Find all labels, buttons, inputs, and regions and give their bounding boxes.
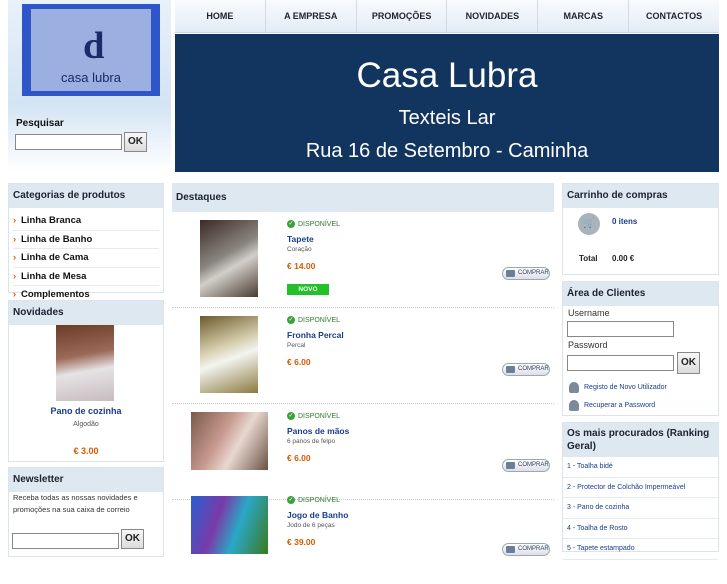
logo-mark-icon: cl bbox=[83, 25, 105, 67]
novidades-product-name[interactable]: Pano de cozinha bbox=[9, 406, 163, 416]
search-ok-button[interactable]: OK bbox=[124, 132, 147, 152]
availability-label: DISPONÍVEL bbox=[298, 496, 341, 504]
banner-address: Rua 16 de Setembro - Caminha bbox=[305, 140, 589, 162]
newsletter-title: Newsletter bbox=[9, 468, 163, 492]
ranking-title: Os mais procurados (Ranking Geral) bbox=[563, 423, 718, 457]
cart-total-label: Total bbox=[579, 254, 598, 263]
buy-button[interactable]: COMPRAR bbox=[502, 459, 550, 472]
username-label: Username bbox=[568, 308, 610, 318]
featured-title: Destaques bbox=[172, 183, 554, 212]
username-input[interactable] bbox=[567, 321, 674, 337]
availability-label: DISPONÍVEL bbox=[298, 316, 341, 324]
novidades-box: Novidades Pano de cozinha Algodão € 3.00 bbox=[8, 300, 164, 462]
client-area-title: Área de Clientes bbox=[563, 282, 718, 306]
product-desc: Jodo de 6 peças bbox=[287, 522, 335, 529]
nav-home[interactable]: HOME bbox=[175, 0, 265, 32]
categories-box: Categorias de produtos Linha Branca Linh… bbox=[8, 183, 164, 305]
nav-promocoes[interactable]: PROMOÇÕES bbox=[355, 0, 447, 32]
check-icon: ✓ bbox=[287, 412, 295, 420]
user-key-icon bbox=[569, 400, 579, 411]
search-input[interactable] bbox=[15, 134, 122, 150]
product-item: ✓ DISPONÍVEL Fronha Percal Percal € 6.00 … bbox=[172, 308, 554, 404]
product-price: € 6.00 bbox=[287, 357, 311, 367]
novidades-product-image[interactable] bbox=[56, 325, 114, 401]
cart-icon[interactable]: 🛒 bbox=[578, 213, 600, 235]
buy-button[interactable]: COMPRAR bbox=[502, 363, 550, 376]
ranking-item[interactable]: 1 - Toalha bidé bbox=[563, 457, 718, 478]
recover-label: Recuperar a Password bbox=[584, 402, 656, 409]
newsletter-email-input[interactable] bbox=[12, 533, 119, 549]
site-logo[interactable]: cl casa lubra bbox=[22, 4, 160, 96]
novidades-title: Novidades bbox=[9, 301, 163, 325]
logo-text: casa lubra bbox=[61, 70, 121, 85]
nav-novidades[interactable]: NOVIDADES bbox=[446, 0, 537, 32]
availability-label: DISPONÍVEL bbox=[298, 220, 341, 228]
check-icon: ✓ bbox=[287, 220, 295, 228]
nav-marcas[interactable]: MARCAS bbox=[537, 0, 628, 32]
product-desc: Coração bbox=[287, 246, 312, 253]
product-image[interactable] bbox=[200, 316, 258, 393]
buy-button[interactable]: COMPRAR bbox=[502, 267, 550, 280]
recover-password-link[interactable]: Recuperar a Password bbox=[569, 400, 655, 411]
novidades-product-price: € 3.00 bbox=[73, 446, 99, 456]
newsletter-ok-button[interactable]: OK bbox=[121, 529, 144, 549]
product-name[interactable]: Panos de mãos bbox=[287, 426, 349, 436]
login-ok-button[interactable]: OK bbox=[677, 352, 700, 374]
category-linha-mesa[interactable]: Linha de Mesa bbox=[13, 268, 159, 286]
product-price: € 14.00 bbox=[287, 261, 316, 271]
password-label: Password bbox=[568, 340, 608, 350]
main-nav: HOME A EMPRESA PROMOÇÕES NOVIDADES MARCA… bbox=[175, 0, 719, 33]
product-item: ✓ DISPONÍVEL Jogo de Banho Jodo de 6 peça… bbox=[172, 488, 554, 584]
ranking-item[interactable]: 4 - Toalha de Rosto bbox=[563, 519, 718, 539]
product-name[interactable]: Tapete bbox=[287, 234, 314, 244]
user-add-icon bbox=[569, 382, 579, 393]
banner-title: Casa Lubra bbox=[356, 56, 538, 95]
availability: ✓ DISPONÍVEL bbox=[287, 412, 340, 420]
availability: ✓ DISPONÍVEL bbox=[287, 220, 340, 228]
cart-box: Carrinho de compras 🛒 0 itens Total 0.00… bbox=[562, 183, 719, 275]
password-input[interactable] bbox=[567, 355, 674, 371]
ranking-item[interactable]: 3 - Pano de cozinha bbox=[563, 498, 718, 519]
register-label: Registo de Novo Utilizador bbox=[584, 384, 667, 391]
product-name[interactable]: Jogo de Banho bbox=[287, 510, 348, 520]
client-area-box: Área de Clientes Username Password OK Re… bbox=[562, 281, 719, 416]
product-image[interactable] bbox=[200, 220, 258, 297]
newsletter-text: Receba todas as nossas novidades e promo… bbox=[13, 493, 138, 514]
product-item: ✓ DISPONÍVEL Panos de mãos 6 panos de fel… bbox=[172, 404, 554, 500]
newsletter-box: Newsletter Receba todas as nossas novida… bbox=[8, 467, 164, 557]
product-desc: Percal bbox=[287, 342, 306, 349]
ranking-item[interactable]: 5 - Tapete estampado bbox=[563, 539, 718, 560]
product-image[interactable] bbox=[191, 496, 268, 554]
category-linha-branca[interactable]: Linha Branca bbox=[13, 212, 159, 231]
featured-section: Destaques ✓ DISPONÍVEL Tapete Coração € 1… bbox=[172, 183, 554, 563]
product-name[interactable]: Fronha Percal bbox=[287, 330, 344, 340]
cart-items-count[interactable]: 0 itens bbox=[612, 217, 637, 226]
ranking-item[interactable]: 2 - Protector de Colchão Impermeável bbox=[563, 478, 718, 498]
check-icon: ✓ bbox=[287, 316, 295, 324]
banner: Casa Lubra Texteis Lar Rua 16 de Setembr… bbox=[175, 34, 719, 172]
new-badge: NOVO bbox=[287, 284, 329, 295]
nav-contactos[interactable]: CONTACTOS bbox=[628, 0, 719, 32]
product-image[interactable] bbox=[191, 412, 268, 470]
categories-title: Categorias de produtos bbox=[9, 184, 163, 208]
category-linha-banho[interactable]: Linha de Banho bbox=[13, 231, 159, 249]
search-label: Pesquisar bbox=[16, 118, 64, 129]
cart-title: Carrinho de compras bbox=[563, 184, 718, 208]
availability: ✓ DISPONÍVEL bbox=[287, 496, 340, 504]
nav-empresa[interactable]: A EMPRESA bbox=[264, 0, 356, 32]
availability: ✓ DISPONÍVEL bbox=[287, 316, 340, 324]
cart-total-value: 0.00 € bbox=[612, 254, 635, 263]
register-link[interactable]: Registo de Novo Utilizador bbox=[569, 382, 667, 393]
product-desc: 6 panos de felpo bbox=[287, 438, 336, 445]
logo-inner: cl casa lubra bbox=[31, 9, 151, 91]
availability-label: DISPONÍVEL bbox=[298, 412, 341, 420]
product-item: ✓ DISPONÍVEL Tapete Coração € 14.00 NOVO … bbox=[172, 212, 554, 308]
category-linha-cama[interactable]: Linha de Cama bbox=[13, 249, 159, 268]
novidades-product-desc: Algodão bbox=[73, 421, 99, 428]
check-icon: ✓ bbox=[287, 496, 295, 504]
product-price: € 6.00 bbox=[287, 453, 311, 463]
product-price: € 39.00 bbox=[287, 537, 316, 547]
ranking-box: Os mais procurados (Ranking Geral) 1 - T… bbox=[562, 422, 719, 560]
banner-subtitle: Texteis Lar bbox=[398, 107, 496, 129]
